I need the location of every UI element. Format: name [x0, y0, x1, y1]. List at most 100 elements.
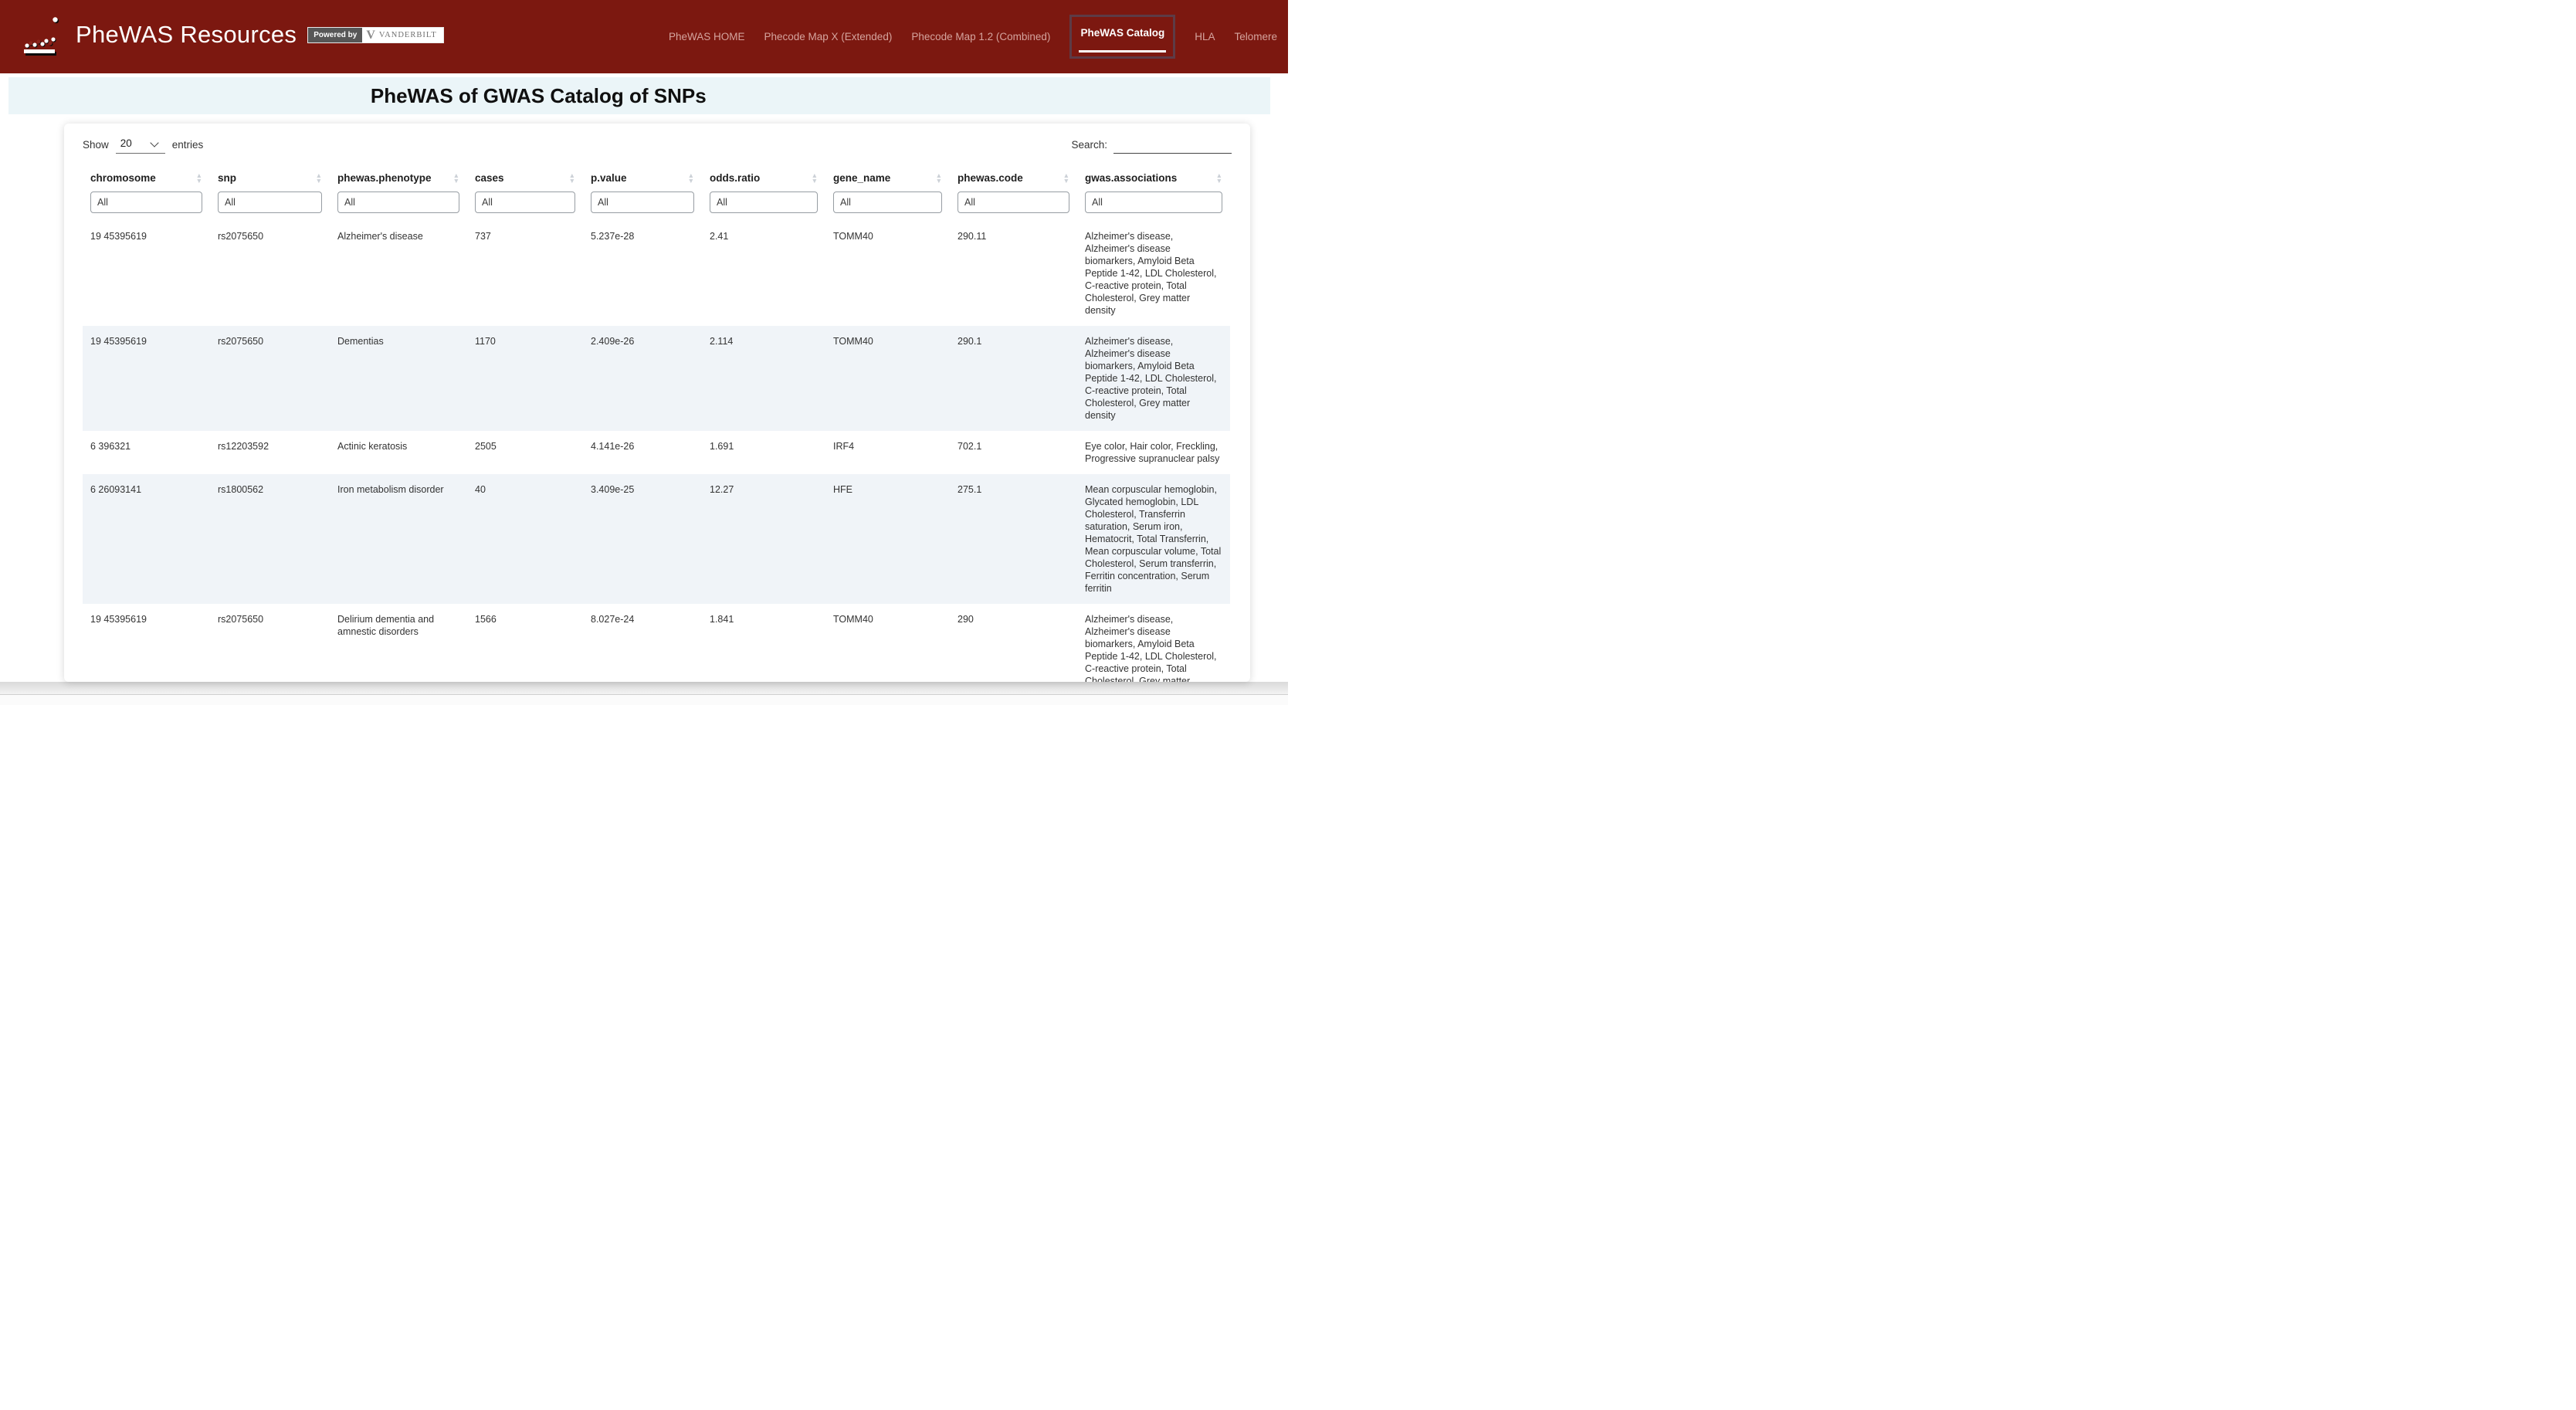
column-label: phewas.phenotype [337, 172, 432, 184]
cell-phewas-code: 290.11 [950, 221, 1077, 326]
sort-desc-icon: ▼ [1216, 178, 1222, 184]
cell-snp: rs12203592 [210, 431, 330, 474]
column-header-snp[interactable]: snp▲▼ [210, 164, 330, 191]
sort-icons: ▲▼ [449, 173, 459, 183]
table-row: 6 396321rs12203592Actinic keratosis25054… [83, 431, 1230, 474]
filter-input-phewas-code[interactable] [958, 192, 1069, 213]
cell-p-value: 2.409e-26 [583, 326, 702, 431]
cell-snp: rs2075650 [210, 221, 330, 326]
cell-gwas-associations: Mean corpuscular hemoglobin, Glycated he… [1077, 474, 1230, 604]
cell-p-value: 3.409e-25 [583, 474, 702, 604]
column-header-phewas-phenotype[interactable]: phewas.phenotype ▲▼ [330, 164, 467, 191]
show-label: Show [83, 139, 109, 151]
cell-odds-ratio: 12.27 [702, 474, 825, 604]
sort-desc-icon: ▼ [569, 178, 575, 184]
cell-phewas-code: 290 [950, 604, 1077, 682]
column-header-gwas-associations[interactable]: gwas.associations▲▼ [1077, 164, 1230, 191]
nav-item-phecode-map-1-2-combined-[interactable]: Phecode Map 1.2 (Combined) [911, 31, 1050, 42]
filter-input-chromosome[interactable] [90, 192, 202, 213]
column-label: snp [218, 172, 236, 184]
column-header-phewas-code[interactable]: phewas.code ▲▼ [950, 164, 1077, 191]
column-header-odds-ratio[interactable]: odds.ratio ▲▼ [702, 164, 825, 191]
cell-phewas-phenotype: Dementias [330, 326, 467, 431]
nav-item-phewas-catalog[interactable]: PheWAS Catalog [1069, 15, 1175, 59]
filter-cell [950, 191, 1077, 221]
table-row: 6 26093141rs1800562Iron metabolism disor… [83, 474, 1230, 604]
cell-cases: 2505 [467, 431, 583, 474]
cell-gwas-associations: Alzheimer's disease, Alzheimer's disease… [1077, 326, 1230, 431]
cell-p-value: 4.141e-26 [583, 431, 702, 474]
column-label: phewas.code [958, 172, 1023, 184]
cell-snp: rs2075650 [210, 326, 330, 431]
column-label: chromosome [90, 172, 156, 184]
cell-snp: rs2075650 [210, 604, 330, 682]
filter-input-gene-name[interactable] [833, 192, 942, 213]
filter-cell [702, 191, 825, 221]
filter-input-phewas-phenotype[interactable] [337, 192, 459, 213]
search-input[interactable] [1113, 137, 1232, 154]
cell-gene-name: HFE [825, 474, 950, 604]
cell-phewas-phenotype: Alzheimer's disease [330, 221, 467, 326]
filter-input-cases[interactable] [475, 192, 575, 213]
cell-chromosome: 19 45395619 [83, 604, 210, 682]
sort-desc-icon: ▼ [812, 178, 818, 184]
site-header: PheWAS Resources Powered by V VANDERBILT… [0, 0, 1288, 73]
cell-gene-name: TOMM40 [825, 604, 950, 682]
filter-input-p-value[interactable] [591, 192, 694, 213]
column-header-chromosome[interactable]: chromosome ▲▼ [83, 164, 210, 191]
nav-item-phecode-map-x-extended-[interactable]: Phecode Map X (Extended) [764, 31, 892, 42]
filter-input-snp[interactable] [218, 192, 322, 213]
column-header-gene-name[interactable]: gene_name▲▼ [825, 164, 950, 191]
cell-phewas-code: 290.1 [950, 326, 1077, 431]
filter-cell [83, 191, 210, 221]
sort-desc-icon: ▼ [453, 178, 459, 184]
cell-gwas-associations: Eye color, Hair color, Freckling, Progre… [1077, 431, 1230, 474]
sort-icons: ▲▼ [1212, 173, 1222, 183]
page-length-control: Show 20 entries [83, 136, 203, 154]
filter-cell [210, 191, 330, 221]
filter-input-odds-ratio[interactable] [710, 192, 818, 213]
nav-item-telomere[interactable]: Telomere [1234, 31, 1277, 42]
cell-odds-ratio: 2.41 [702, 221, 825, 326]
filter-cell [583, 191, 702, 221]
cell-odds-ratio: 2.114 [702, 326, 825, 431]
table-controls: Show 20 entries Search: [83, 136, 1232, 154]
phewas-logo-icon[interactable] [22, 14, 63, 60]
sort-desc-icon: ▼ [196, 178, 202, 184]
main-nav: PheWAS HOME Phecode Map X (Extended) Pheco… [669, 0, 1277, 73]
sort-icons: ▲▼ [192, 173, 202, 183]
filter-cell [825, 191, 950, 221]
nav-item-phewas-home[interactable]: PheWAS HOME [669, 31, 745, 42]
sort-icons: ▲▼ [1059, 173, 1069, 183]
sort-desc-icon: ▼ [688, 178, 694, 184]
cell-cases: 40 [467, 474, 583, 604]
cell-gene-name: IRF4 [825, 431, 950, 474]
cell-phewas-phenotype: Actinic keratosis [330, 431, 467, 474]
sort-icons: ▲▼ [807, 173, 818, 183]
vanderbilt-label: V VANDERBILT [362, 28, 442, 42]
nav-item-hla[interactable]: HLA [1195, 31, 1215, 42]
cell-phewas-phenotype: Iron metabolism disorder [330, 474, 467, 604]
column-label: odds.ratio [710, 172, 760, 184]
cell-cases: 1170 [467, 326, 583, 431]
brand-title[interactable]: PheWAS Resources [76, 21, 297, 49]
search-control: Search: [1071, 137, 1232, 154]
vanderbilt-badge[interactable]: Powered by V VANDERBILT [307, 27, 443, 43]
column-header-p-value[interactable]: p.value▲▼ [583, 164, 702, 191]
results-table: chromosome▲▼snp▲▼phewas.phenotype▲▼cases… [83, 164, 1230, 682]
cell-chromosome: 19 45395619 [83, 326, 210, 431]
powered-by-label: Powered by [308, 28, 362, 42]
filter-cell [1077, 191, 1230, 221]
page-length-select[interactable]: 20 [116, 136, 165, 154]
filter-input-gwas-associations[interactable] [1085, 192, 1222, 213]
cell-gwas-associations: Alzheimer's disease, Alzheimer's disease… [1077, 604, 1230, 682]
sort-icons: ▲▼ [683, 173, 694, 183]
cell-chromosome: 19 45395619 [83, 221, 210, 326]
cell-phewas-code: 275.1 [950, 474, 1077, 604]
page-bottom-shadow [0, 682, 1288, 695]
sort-desc-icon: ▼ [1063, 178, 1069, 184]
cell-cases: 1566 [467, 604, 583, 682]
column-header-cases[interactable]: cases▲▼ [467, 164, 583, 191]
filter-cell [467, 191, 583, 221]
table-row: 19 45395619rs2075650Alzheimer's disease7… [83, 221, 1230, 326]
